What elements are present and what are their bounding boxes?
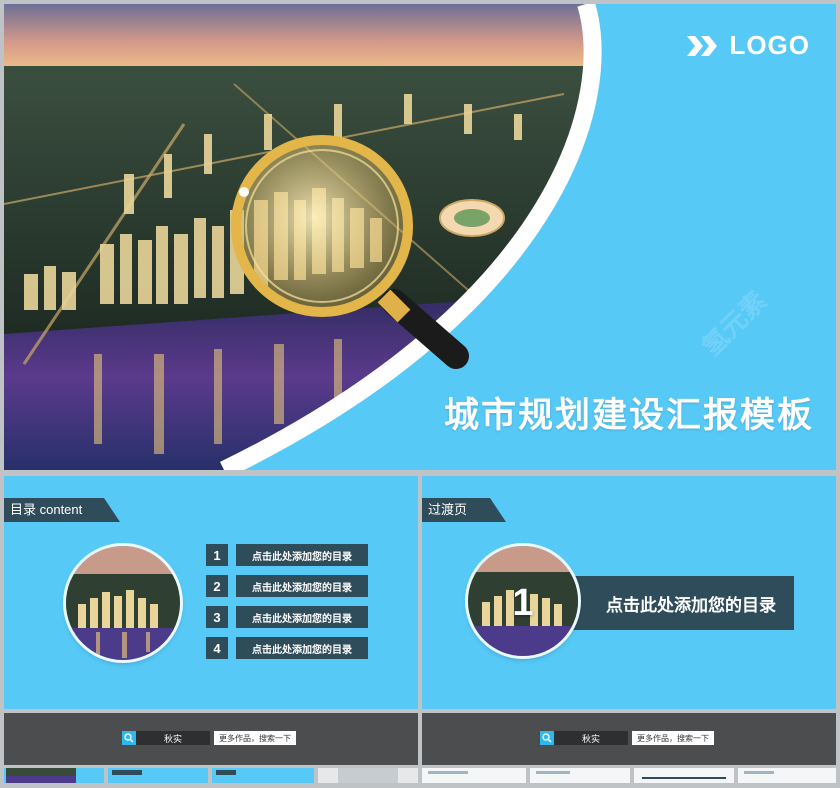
thumbnail-strip [4,768,836,783]
toc-label: 点击此处添加您的目录 [236,606,368,628]
mini-slide[interactable] [530,768,630,783]
slide-tag: 过渡页 [428,502,468,517]
mini-slide[interactable] [108,768,208,783]
mini-slide[interactable] [318,768,418,783]
toc-label: 点击此处添加您的目录 [236,575,368,597]
toc-item[interactable]: 1 点击此处添加您的目录 [206,544,368,566]
mini-slide[interactable] [4,768,104,783]
mini-slide[interactable] [212,768,314,783]
toc-slide-thumbnail[interactable]: 目录 content 1 点击此处添加您的目录 2 点击此处添加您的目录 3 点… [4,476,418,709]
toc-label: 点击此处添加您的目录 [236,544,368,566]
toc-number: 2 [206,575,228,597]
city-thumbnail [66,546,180,660]
search-bar: 秋实 更多作品，搜索一下 [422,713,836,765]
toc-label: 点击此处添加您的目录 [236,637,368,659]
logo-text: LOGO [729,30,810,60]
mini-slide[interactable] [738,768,836,783]
toc-item[interactable]: 4 点击此处添加您的目录 [206,637,368,659]
toc-item[interactable]: 3 点击此处添加您的目录 [206,606,368,628]
logo: LOGO [687,30,810,61]
toc-number: 3 [206,606,228,628]
search-icon[interactable] [122,731,136,745]
page-title: 城市规划建设汇报模板 [443,396,814,435]
hero-slide: LOGO 氢元素 城市规划建设汇报模板 [4,4,836,470]
toc-number: 4 [206,637,228,659]
transition-slide-thumbnail[interactable]: 过渡页 点击此处添加您的目录 1 [422,476,836,709]
search-hint[interactable]: 更多作品，搜索一下 [632,731,714,745]
slide-tag: 目录 content [10,502,83,517]
search-input[interactable]: 秋实 [554,731,628,745]
mini-slide[interactable] [634,768,734,783]
mini-slide[interactable] [422,768,526,783]
search-icon[interactable] [540,731,554,745]
transition-label: 点击此处添加您的目录 [606,595,776,615]
toc-number: 1 [206,544,228,566]
search-hint[interactable]: 更多作品，搜索一下 [214,731,296,745]
search-input[interactable]: 秋实 [136,731,210,745]
transition-number: 1 [512,581,534,624]
toc-item[interactable]: 2 点击此处添加您的目录 [206,575,368,597]
search-bar: 秋实 更多作品，搜索一下 [4,713,418,765]
double-chevron-icon [687,35,719,56]
